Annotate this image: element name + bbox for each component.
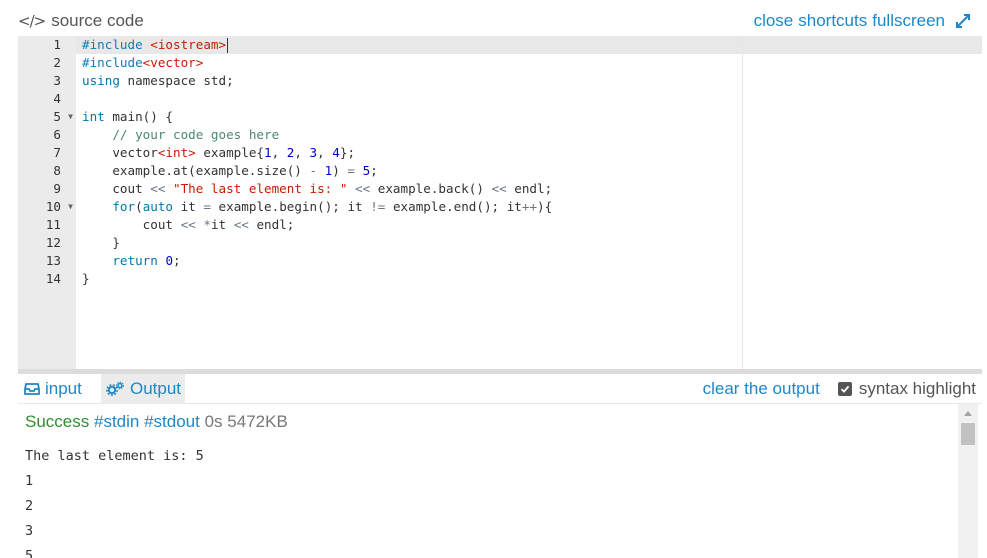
code-line[interactable]: }: [82, 270, 90, 288]
close-link[interactable]: close: [754, 11, 794, 31]
line-number: 3: [18, 72, 76, 90]
output-line: 5: [25, 548, 34, 558]
output-line: 1: [25, 473, 34, 489]
line-number-text: 9: [53, 181, 61, 196]
gears-icon: [106, 381, 124, 396]
line-number: 9: [18, 180, 76, 198]
syntax-highlight-label: syntax highlight: [858, 379, 976, 398]
line-number: 11: [18, 216, 76, 234]
tab-output[interactable]: Output: [101, 374, 186, 404]
output-line: The last element is: 5: [25, 448, 204, 464]
fold-arrow-icon[interactable]: ▼: [68, 108, 73, 126]
print-margin: [742, 36, 743, 369]
line-number-text: 2: [53, 55, 61, 70]
code-line[interactable]: #include <iostream>: [82, 36, 229, 54]
line-number: 13: [18, 252, 76, 270]
scroll-up-arrow-icon[interactable]: [964, 411, 972, 416]
line-number-text: 6: [53, 127, 61, 142]
tab-input-label: input: [45, 379, 82, 398]
ide-panel: </> source code close shortcuts fullscre…: [18, 7, 982, 558]
line-number-text: 13: [45, 253, 61, 268]
check-icon: [840, 385, 850, 393]
line-number: 2: [18, 54, 76, 72]
stdout-link[interactable]: #stdout: [144, 412, 200, 431]
line-number-text: 10: [45, 199, 61, 214]
inbox-icon: [24, 383, 40, 395]
output-line: 2: [25, 498, 34, 514]
line-number-text: 8: [53, 163, 61, 178]
source-code-title: </> source code: [18, 11, 144, 31]
memory-usage: 5472KB: [227, 412, 288, 431]
run-status: Success #stdin #stdout 0s 5472KB: [25, 412, 288, 432]
text-cursor: [227, 38, 229, 53]
status-success: Success: [25, 412, 90, 431]
shortcuts-link[interactable]: shortcuts: [798, 11, 867, 31]
source-code-label: source code: [51, 11, 144, 30]
line-number: 6: [18, 126, 76, 144]
syntax-highlight-toggle[interactable]: syntax highlight: [837, 379, 976, 399]
code-line[interactable]: cout << *it << endl;: [82, 216, 295, 234]
fullscreen-link[interactable]: fullscreen: [872, 11, 945, 31]
tab-output-label: Output: [130, 379, 182, 398]
line-number: 10 ▼: [18, 198, 76, 216]
source-code-header: </> source code close shortcuts fullscre…: [18, 7, 982, 36]
expand-icon[interactable]: [954, 12, 972, 30]
line-number-text: 3: [53, 73, 61, 88]
code-line[interactable]: }: [82, 234, 120, 252]
code-line[interactable]: for(auto it = example.begin(); it != exa…: [82, 198, 552, 216]
io-actions: clear the output syntax highlight: [703, 374, 976, 404]
tab-input[interactable]: input: [20, 374, 86, 404]
stdin-link[interactable]: #stdin: [94, 412, 139, 431]
line-number-text: 5: [53, 109, 61, 124]
line-number-text: 14: [45, 271, 61, 286]
line-number-text: 12: [45, 235, 61, 250]
source-actions: close shortcuts fullscreen: [754, 11, 972, 31]
line-number: 1: [18, 36, 76, 54]
line-number: 12: [18, 234, 76, 252]
scroll-thumb[interactable]: [961, 423, 975, 445]
line-number-text: 1: [53, 37, 61, 52]
clear-output-link[interactable]: clear the output: [703, 379, 820, 399]
output-line: 3: [25, 523, 34, 539]
code-line[interactable]: using namespace std;: [82, 72, 234, 90]
code-editor[interactable]: 1 #include <iostream> 2 #include<vector> 3 us…: [18, 36, 982, 369]
syntax-highlight-checkbox[interactable]: [837, 382, 852, 396]
io-tab-bar: input Output clear the output syntax hig…: [18, 374, 982, 404]
line-number: 4: [18, 90, 76, 108]
line-number: 8: [18, 162, 76, 180]
code-line[interactable]: int main() {: [82, 108, 173, 126]
code-line[interactable]: return 0;: [82, 252, 180, 270]
output-panel: Success #stdin #stdout 0s 5472KB The las…: [18, 404, 982, 558]
code-line[interactable]: #include<vector>: [82, 54, 203, 72]
line-number-text: 4: [53, 91, 61, 106]
code-line[interactable]: cout << "The last element is: " << examp…: [82, 180, 552, 198]
code-line[interactable]: example.at(example.size() - 1) = 5;: [82, 162, 377, 180]
code-line[interactable]: vector<int> example{1, 2, 3, 4};: [82, 144, 355, 162]
code-line[interactable]: // your code goes here: [82, 126, 279, 144]
line-number: 5 ▼: [18, 108, 76, 126]
output-scrollbar[interactable]: [958, 404, 978, 558]
line-number-text: 11: [45, 217, 61, 232]
code-icon: </>: [18, 12, 46, 30]
run-time: 0s: [204, 412, 223, 431]
line-number: 7: [18, 144, 76, 162]
line-number-text: 7: [53, 145, 61, 160]
line-number: 14: [18, 270, 76, 288]
fold-arrow-icon[interactable]: ▼: [68, 198, 73, 216]
